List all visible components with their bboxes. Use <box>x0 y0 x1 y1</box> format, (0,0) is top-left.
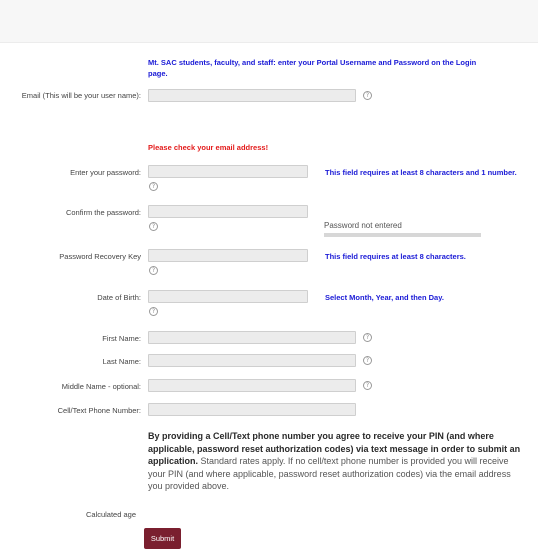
last-name-label: Last Name: <box>102 357 141 366</box>
dob-help-icon[interactable]: ? <box>149 307 158 316</box>
middle-name-label: Middle Name - optional: <box>61 382 141 391</box>
phone-field[interactable] <box>148 403 356 416</box>
recovery-key-help-icon[interactable]: ? <box>149 266 158 275</box>
recovery-key-label: Password Recovery Key <box>59 252 141 261</box>
confirm-password-field[interactable] <box>148 205 308 218</box>
password-help-icon[interactable]: ? <box>149 182 158 191</box>
first-name-label: First Name: <box>102 334 141 343</box>
first-name-help-icon[interactable]: ? <box>363 333 372 342</box>
email-field[interactable] <box>148 89 356 102</box>
confirm-password-help-icon[interactable]: ? <box>149 222 158 231</box>
password-strength-bar <box>324 233 481 237</box>
dob-field[interactable] <box>148 290 308 303</box>
first-name-field[interactable] <box>148 331 356 344</box>
email-label: Email (This will be your user name): <box>21 91 141 100</box>
recovery-key-field[interactable] <box>148 249 308 262</box>
email-error-message: Please check your email address! <box>148 143 269 152</box>
recovery-key-hint: This field requires at least 8 character… <box>325 252 466 261</box>
phone-disclaimer: By providing a Cell/Text phone number yo… <box>148 430 523 493</box>
last-name-field[interactable] <box>148 354 356 367</box>
top-bar <box>0 0 538 43</box>
submit-button[interactable]: Submit <box>144 528 181 549</box>
confirm-password-label: Confirm the password: <box>65 208 141 217</box>
last-name-help-icon[interactable]: ? <box>363 356 372 365</box>
password-strength-status: Password not entered <box>324 221 402 230</box>
middle-name-help-icon[interactable]: ? <box>363 381 372 390</box>
middle-name-field[interactable] <box>148 379 356 392</box>
password-hint: This field requires at least 8 character… <box>325 168 517 177</box>
email-help-icon[interactable]: ? <box>363 91 372 100</box>
password-field[interactable] <box>148 165 308 178</box>
dob-hint: Select Month, Year, and then Day. <box>325 293 444 302</box>
disclaimer-text: Standard rates apply. If no cell/text ph… <box>148 456 511 491</box>
password-label: Enter your password: <box>70 168 141 177</box>
phone-label: Cell/Text Phone Number: <box>57 406 141 415</box>
login-notice: Mt. SAC students, faculty, and staff: en… <box>148 58 477 78</box>
calculated-age-label: Calculated age <box>85 510 136 519</box>
dob-label: Date of Birth: <box>97 293 141 302</box>
